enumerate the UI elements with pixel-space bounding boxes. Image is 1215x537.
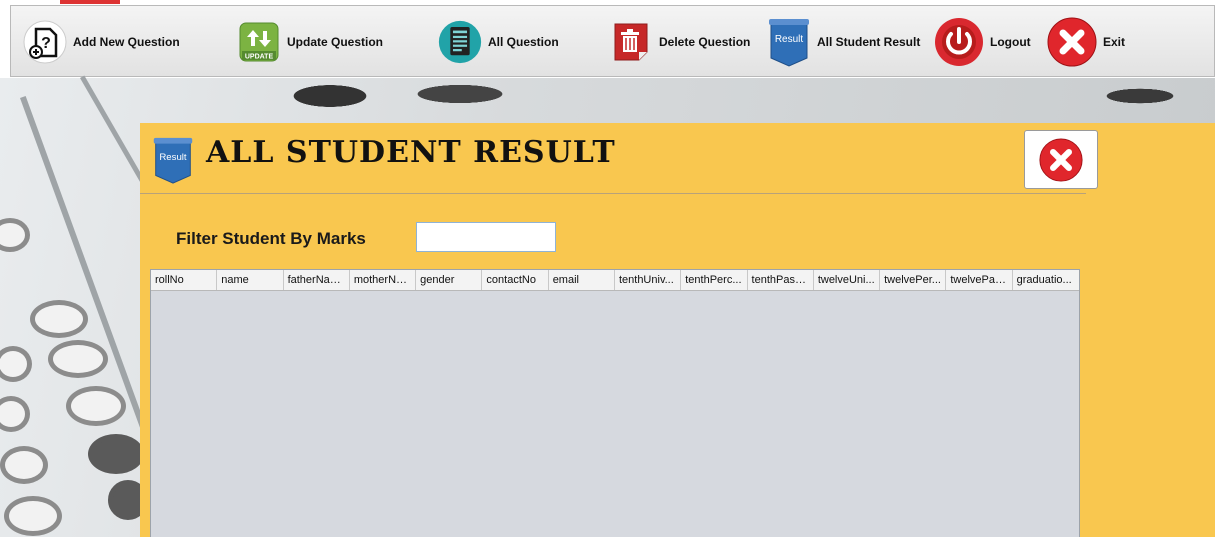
exit-label: Exit xyxy=(1103,35,1126,49)
column-header[interactable]: tenthPerc... xyxy=(681,270,748,290)
update-icon: UPDATE xyxy=(237,20,281,64)
all-question-label: All Question xyxy=(488,35,559,49)
column-header[interactable]: graduatio... xyxy=(1013,270,1079,290)
add-new-question-label: Add New Question xyxy=(73,35,180,49)
close-panel-button[interactable] xyxy=(1024,130,1098,189)
column-header[interactable]: name xyxy=(217,270,284,290)
column-header[interactable]: fatherName xyxy=(284,270,350,290)
trash-icon xyxy=(609,20,653,64)
all-student-result-button[interactable]: Result All Student Result xyxy=(767,16,920,68)
close-icon xyxy=(1047,17,1097,67)
close-icon xyxy=(1039,137,1083,182)
column-header[interactable]: rollNo xyxy=(151,270,218,290)
update-question-label: Update Question xyxy=(287,35,384,49)
logout-button[interactable]: Logout xyxy=(934,16,1031,68)
column-header[interactable]: tenthUniv... xyxy=(615,270,682,290)
column-header[interactable]: tenthPass... xyxy=(748,270,814,290)
all-question-button[interactable]: All Question xyxy=(438,16,559,68)
all-student-result-label: All Student Result xyxy=(817,35,921,49)
bg-bubble-filled xyxy=(88,434,144,474)
bg-bubble xyxy=(0,446,48,484)
update-question-button[interactable]: UPDATE Update Question xyxy=(237,16,383,68)
student-result-table[interactable]: rollNo name fatherName motherNa... gender con… xyxy=(150,269,1080,537)
logout-label: Logout xyxy=(990,35,1031,49)
filter-marks-input[interactable] xyxy=(416,222,556,252)
filter-label: Filter Student By Marks xyxy=(176,229,366,248)
bg-bubble xyxy=(0,218,30,252)
bg-bubble xyxy=(30,300,88,338)
title-divider xyxy=(140,193,1086,194)
result-badge-text: Result xyxy=(775,34,804,45)
page-title: ALL STUDENT RESULT xyxy=(206,135,616,170)
add-question-icon: ? xyxy=(23,20,67,64)
toolbar: ? Add New Question UPDATE Update Questio… xyxy=(10,5,1215,77)
exit-button[interactable]: Exit xyxy=(1047,16,1125,68)
bg-bubble xyxy=(0,396,30,432)
power-icon xyxy=(934,17,984,67)
delete-question-button[interactable]: Delete Question xyxy=(609,16,750,68)
column-header[interactable]: email xyxy=(549,270,615,290)
bg-bubble xyxy=(0,346,32,382)
delete-question-label: Delete Question xyxy=(659,35,751,49)
svg-text:?: ? xyxy=(41,35,51,52)
column-header[interactable]: motherNa... xyxy=(350,270,417,290)
result-badge-icon: Result xyxy=(767,19,811,67)
column-header[interactable]: twelvePer... xyxy=(880,270,947,290)
column-header[interactable]: twelveUni... xyxy=(814,270,881,290)
red-accent xyxy=(60,0,120,4)
panel-badge-text: Result xyxy=(159,152,187,163)
result-badge-icon: Result xyxy=(150,135,196,190)
bg-bubble xyxy=(4,496,62,536)
column-header[interactable]: contactNo xyxy=(482,270,549,290)
add-new-question-button[interactable]: ? Add New Question xyxy=(23,16,180,68)
document-list-icon xyxy=(438,20,482,64)
update-badge-text: UPDATE xyxy=(245,54,274,61)
table-header: rollNo name fatherName motherNa... gender con… xyxy=(151,270,1079,291)
all-student-result-panel: Result ALL STUDENT RESULT Filter Student… xyxy=(140,123,1215,537)
bg-bubble xyxy=(48,340,108,378)
column-header[interactable]: twelvePas... xyxy=(946,270,1013,290)
column-header[interactable]: gender xyxy=(416,270,483,290)
bg-bubble xyxy=(66,386,126,426)
